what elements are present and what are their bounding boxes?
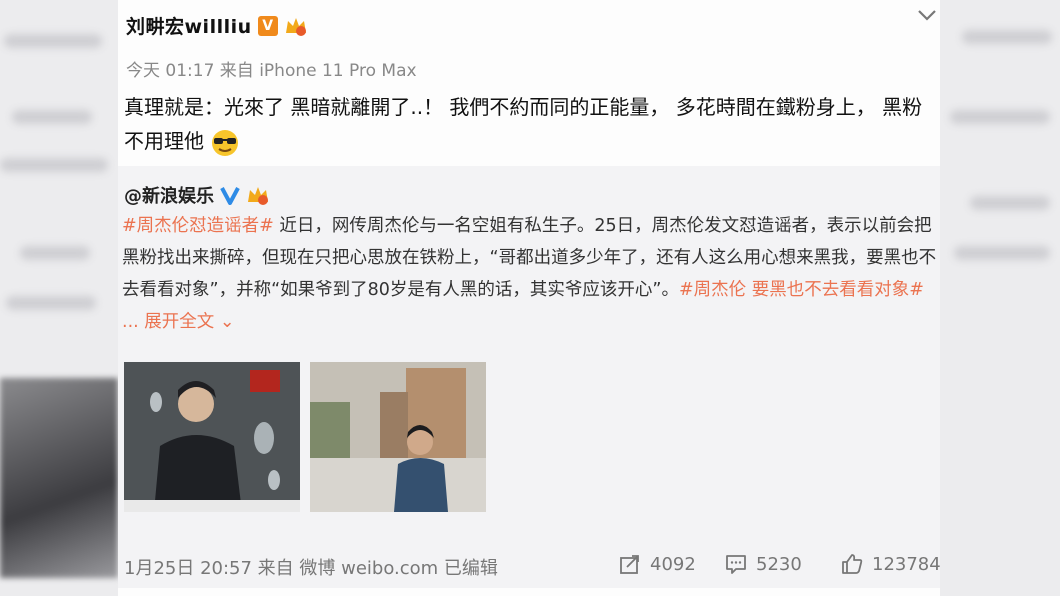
- crown-icon: [285, 17, 306, 36]
- share-icon: [620, 555, 639, 574]
- repost-text: #周杰伦怼造谣者# 近日，网传周杰伦与一名空姐有私生子。25日，周杰伦发文怼造谣…: [122, 210, 938, 338]
- post-text-body: 真理就是：光來了 黑暗就離開了..！ 我們不約而同的正能量， 多花時間在鐵粉身上…: [124, 95, 923, 153]
- sunglasses-emoji-icon: [212, 129, 239, 156]
- verified-v-icon: V: [257, 15, 278, 36]
- comment-icon: [726, 555, 746, 574]
- like-icon: [842, 554, 863, 574]
- chevron-down-icon[interactable]: [916, 4, 938, 26]
- crown-icon: [248, 187, 268, 205]
- post-username[interactable]: 刘畊宏willliu: [126, 12, 252, 39]
- expand-full-text-link[interactable]: ... 展开全文 ⌄: [122, 312, 234, 332]
- hashtag-link[interactable]: #周杰伦怼造谣者#: [122, 216, 274, 236]
- like-count: 123784: [872, 553, 941, 575]
- blurred-text: [962, 30, 1052, 44]
- repost-photo-1[interactable]: [124, 362, 300, 512]
- photo-street-portrait: [310, 362, 486, 512]
- blurred-text: [954, 246, 1050, 260]
- share-count: 4092: [650, 553, 696, 575]
- blurred-text: [950, 110, 1050, 124]
- blurred-text: [6, 296, 96, 310]
- comment-button[interactable]: 5230: [724, 552, 802, 576]
- repost-footer: 1月25日 20:57 来自 微博 weibo.com 已编辑 4092 523…: [118, 552, 941, 582]
- repost-username[interactable]: @新浪娱乐: [124, 182, 214, 208]
- comment-count: 5230: [756, 553, 802, 575]
- blurred-photo: [0, 378, 118, 578]
- weibo-post-card: 刘畊宏willliu V 今天 01:17 来自 iPhone 11 Pro M…: [118, 0, 941, 596]
- post-header: 刘畊宏willliu V: [126, 12, 308, 39]
- background-right: [940, 0, 1060, 596]
- hashtag-link[interactable]: #周杰伦 要黑也不去看看对象#: [679, 280, 924, 300]
- repost-photo-2[interactable]: [310, 362, 486, 512]
- blurred-text: [970, 196, 1050, 210]
- repost-header: @新浪娱乐: [124, 182, 270, 208]
- blurred-text: [4, 34, 102, 48]
- reposted-content: @新浪娱乐 #周杰伦怼造谣者# 近日，网传周杰伦与一名空姐有私生子。25日，周杰…: [118, 166, 941, 588]
- repost-meta: 1月25日 20:57 来自 微博 weibo.com 已编辑: [124, 558, 498, 579]
- background-left: [0, 0, 118, 596]
- post-meta: 今天 01:17 来自 iPhone 11 Pro Max: [126, 61, 417, 81]
- blurred-text: [12, 110, 92, 124]
- verified-v-icon: [220, 187, 240, 205]
- blurred-text: [0, 158, 108, 172]
- like-button[interactable]: 123784: [840, 552, 941, 576]
- share-button[interactable]: 4092: [618, 552, 696, 576]
- blurred-text: [20, 246, 90, 260]
- post-text: 真理就是：光來了 黑暗就離開了..！ 我們不約而同的正能量， 多花時間在鐵粉身上…: [124, 90, 936, 158]
- photo-person-portrait: [124, 362, 300, 512]
